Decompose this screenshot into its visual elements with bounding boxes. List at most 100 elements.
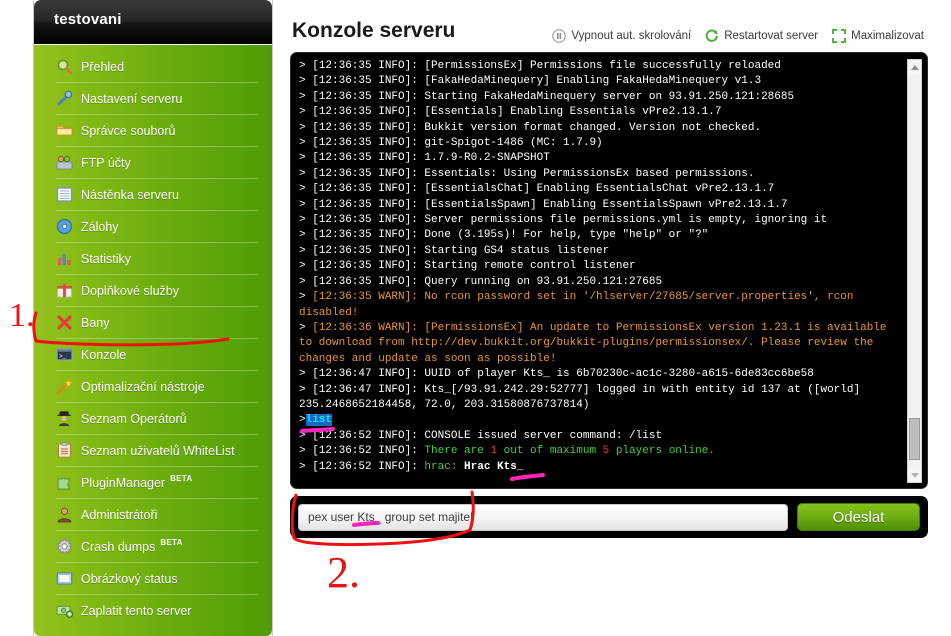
console-line: > [12:36:35 INFO]: [PermissionsEx] Permi…	[299, 60, 781, 72]
scrollbar-thumb[interactable]	[909, 418, 920, 460]
folder-icon	[56, 122, 73, 139]
console-line: > [12:36:35 INFO]: Server permissions fi…	[299, 214, 828, 227]
maximize-icon	[832, 29, 847, 43]
server-name-title: testovani	[54, 10, 122, 28]
magnifier-icon	[56, 58, 73, 75]
console-line: > [12:36:35 INFO]: Essentials: Using Per…	[299, 167, 755, 180]
console-line: > [12:36:52 INFO]: There are 1 out of ma…	[299, 445, 715, 458]
console-line: > [12:36:36 WARN]: [PermissionsEx] An up…	[299, 321, 894, 365]
sidebar-item-label: Bany	[81, 315, 110, 330]
sidebar-item-label: Konzole	[81, 347, 127, 362]
sidebar-item-11[interactable]: Seznam Operátorů	[56, 403, 258, 435]
sidebar-item-6[interactable]: Statistiky	[56, 243, 258, 275]
sidebar-item-label: Přehled	[81, 59, 125, 74]
sidebar-item-7[interactable]: Doplňkové služby	[56, 275, 258, 307]
gear-icon	[56, 538, 73, 555]
console-line: > [12:36:35 INFO]: Starting GS4 status l…	[299, 244, 610, 257]
sidebar-item-17[interactable]: Zaplatit tento server	[56, 595, 258, 626]
sidebar-item-label: FTP účty	[81, 155, 131, 170]
annotation-marker-one: 1.	[9, 297, 35, 334]
console-line: > [12:36:35 INFO]: [FakaHedaMinequery] E…	[299, 75, 762, 88]
sidebar-item-2[interactable]: Správce souborů	[56, 115, 258, 147]
board-icon	[56, 186, 73, 203]
gift-icon	[56, 282, 73, 299]
toggle-autoscroll-button[interactable]: Vypnout aut. skrolování	[552, 29, 691, 43]
sidebar-item-0[interactable]: Přehled	[56, 51, 258, 83]
sidebar-header: testovani	[34, 0, 272, 45]
app-root: testovani Přehled Nastavení serveru Správc…	[0, 0, 951, 636]
sidebar-item-label: Seznam uživatelů WhiteList	[81, 443, 235, 458]
console-line: > [12:36:35 INFO]: 1.7.9-R0.2-SNAPSHOT	[299, 152, 550, 165]
beta-badge: BETA	[160, 538, 183, 547]
sidebar-item-1[interactable]: Nastavení serveru	[56, 83, 258, 115]
sidebar-item-12[interactable]: Seznam uživatelů WhiteList	[56, 435, 258, 467]
sidebar-item-14[interactable]: Administrátoři	[56, 499, 258, 531]
sidebar-item-label: Nástěnka serveru	[81, 187, 179, 202]
console-line: > [12:36:47 INFO]: UUID of player Kts_ i…	[299, 368, 814, 381]
toggle-autoscroll-label: Vypnout aut. skrolování	[571, 30, 692, 42]
console-line: > [12:36:35 INFO]: [Essentials] Enabling…	[299, 106, 722, 119]
sidebar-item-13[interactable]: PluginManager BETA	[56, 467, 258, 499]
sidebar-item-4[interactable]: Nástěnka serveru	[56, 179, 258, 211]
sidebar-item-label: Zálohy	[81, 219, 119, 234]
puzzle-icon	[56, 474, 73, 491]
sidebar: testovani Přehled Nastavení serveru Správc…	[33, 0, 273, 636]
main-content: Konzole serveru Vypnout aut. skrolování	[290, 0, 928, 538]
sidebar-nav: Přehled Nastavení serveru Správce souborů F…	[34, 45, 272, 636]
console-icon: >_	[56, 346, 73, 363]
console-line: > [12:36:52 INFO]: CONSOLE issued server…	[299, 429, 663, 442]
sidebar-item-label: Nastavení serveru	[81, 91, 183, 106]
console-line: >list	[299, 414, 333, 427]
sidebar-item-label: Zaplatit tento server	[81, 603, 192, 618]
console-line: > [12:36:35 INFO]: Starting remote contr…	[299, 260, 636, 273]
console-line: > [12:36:47 INFO]: Kts_[/93.91.242.29:52…	[299, 383, 867, 411]
refresh-icon	[705, 29, 719, 43]
operator-icon	[56, 410, 73, 427]
sidebar-item-10[interactable]: Optimalizační nástroje	[56, 371, 258, 403]
console-line: > [12:36:52 INFO]: hrac: Hrac Kts_	[299, 460, 524, 473]
console-line: > [12:36:35 INFO]: git-Spigot-1486 (MC: …	[299, 137, 603, 150]
command-bar: Odeslat	[290, 496, 928, 538]
console-line: > [12:36:35 INFO]: Starting FakaHedaMine…	[299, 90, 795, 103]
console-log: > [12:36:35 INFO]: [PermissionsEx] Permi…	[298, 59, 903, 475]
maximize-button[interactable]: Maximalizovat	[832, 29, 924, 43]
scroll-down-button[interactable]	[908, 468, 921, 482]
sidebar-item-label: Správce souborů	[81, 123, 176, 138]
sidebar-item-15[interactable]: Crash dumps BETA	[56, 531, 258, 563]
sidebar-item-label: Statistiky	[81, 251, 132, 266]
pause-icon	[552, 29, 567, 43]
ftp-users-icon	[56, 154, 73, 171]
restart-server-label: Restartovat server	[724, 30, 819, 42]
sidebar-item-3[interactable]: FTP účty	[56, 147, 258, 179]
console-line: > [12:36:35 WARN]: No rcon password set …	[299, 291, 861, 319]
console-scrollbar[interactable]	[907, 59, 922, 483]
svg-text:>_: >_	[59, 353, 67, 360]
sidebar-item-9[interactable]: >_ Konzole	[56, 339, 258, 371]
console-output-panel: > [12:36:35 INFO]: [PermissionsEx] Permi…	[290, 52, 928, 489]
wrench-icon	[56, 90, 73, 107]
sidebar-item-16[interactable]: Obrázkový status	[56, 563, 258, 595]
arrow-down-icon	[910, 472, 919, 478]
sidebar-item-label: PluginManager	[81, 475, 166, 490]
sidebar-item-label: Optimalizační nástroje	[81, 379, 205, 394]
sidebar-item-label: Crash dumps	[81, 539, 156, 554]
console-line: > [12:36:35 INFO]: [EssentialsSpawn] Ena…	[299, 198, 788, 211]
beta-badge: BETA	[170, 474, 193, 483]
money-icon	[56, 602, 74, 619]
sidebar-item-5[interactable]: Zálohy	[56, 211, 258, 243]
magic-wand-icon	[56, 377, 74, 395]
sidebar-item-label: Administrátoři	[81, 507, 158, 522]
console-line: > [12:36:35 INFO]: [EssentialsChat] Enab…	[299, 183, 775, 196]
annotation-marker-two: 2.	[327, 548, 360, 597]
send-command-button[interactable]: Odeslat	[797, 503, 920, 531]
arrow-up-icon	[910, 64, 919, 70]
scroll-up-button[interactable]	[908, 60, 921, 74]
disc-icon	[56, 218, 73, 235]
admin-icon	[56, 506, 73, 523]
command-input[interactable]	[298, 503, 788, 531]
maximize-label: Maximalizovat	[851, 30, 924, 42]
red-x-icon	[56, 314, 73, 331]
sidebar-item-8[interactable]: Bany	[56, 307, 258, 339]
picture-icon	[56, 570, 73, 587]
restart-server-button[interactable]: Restartovat server	[705, 29, 818, 43]
